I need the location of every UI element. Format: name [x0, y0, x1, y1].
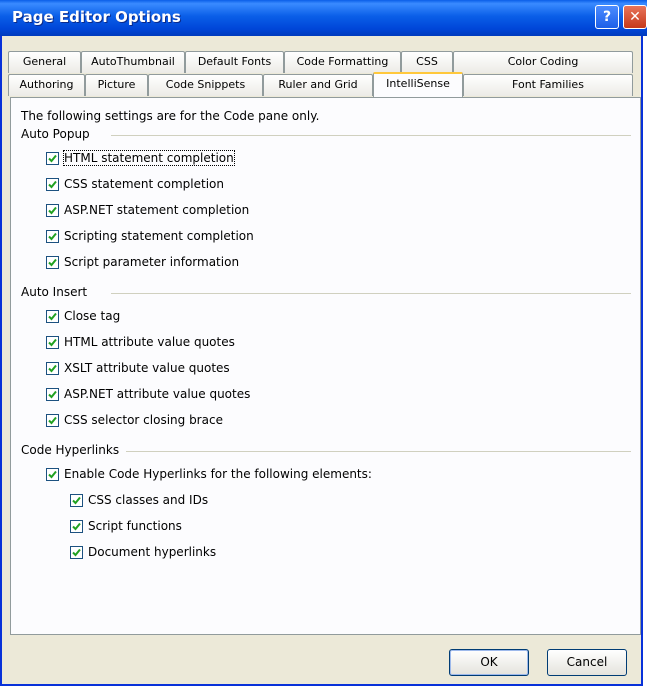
tab-intellisense[interactable]: IntelliSense: [373, 72, 463, 97]
checkbox-box[interactable]: [46, 388, 59, 401]
group-divider: [126, 451, 631, 452]
checkbox-label: Script parameter information: [64, 255, 240, 269]
checkmark-icon: [48, 338, 57, 347]
options-dialog: Page Editor Options ? ✕ General AutoThum…: [0, 0, 647, 686]
intro-text: The following settings are for the Code …: [21, 109, 320, 123]
checkbox-label: HTML statement completion: [63, 150, 235, 166]
group-label-auto-insert: Auto Insert: [21, 285, 92, 299]
close-icon: ✕: [629, 9, 641, 25]
checkbox-label: Scripting statement completion: [64, 229, 254, 243]
tab-ruler-and-grid[interactable]: Ruler and Grid: [263, 74, 373, 96]
checkbox-label: CSS statement completion: [64, 177, 224, 191]
checkmark-icon: [72, 496, 81, 505]
checkbox-box[interactable]: [46, 230, 59, 243]
checkbox-box[interactable]: [70, 494, 83, 507]
checkbox-box[interactable]: [46, 468, 59, 481]
tab-authoring[interactable]: Authoring: [8, 74, 85, 96]
tab-default-fonts[interactable]: Default Fonts: [185, 51, 284, 73]
tab-autothumbnail[interactable]: AutoThumbnail: [81, 51, 185, 73]
checkmark-icon: [72, 548, 81, 557]
cancel-button[interactable]: Cancel: [547, 649, 627, 676]
checkbox-box[interactable]: [46, 310, 59, 323]
group-label-code-hyperlinks: Code Hyperlinks: [21, 443, 124, 457]
checkmark-icon: [48, 390, 57, 399]
tab-font-families[interactable]: Font Families: [463, 74, 633, 96]
tab-picture[interactable]: Picture: [85, 74, 148, 96]
intellisense-panel: The following settings are for the Code …: [10, 97, 641, 635]
checkbox-label: Close tag: [64, 309, 121, 323]
checkbox-label: CSS classes and IDs: [88, 493, 209, 507]
checkmark-icon: [48, 232, 57, 241]
checkmark-icon: [48, 470, 57, 479]
title-bar[interactable]: Page Editor Options ? ✕: [0, 0, 647, 36]
checkbox-box[interactable]: [46, 414, 59, 427]
checkbox-label: ASP.NET statement completion: [64, 203, 250, 217]
checkbox-box[interactable]: [46, 256, 59, 269]
checkmark-icon: [48, 364, 57, 373]
tab-color-coding[interactable]: Color Coding: [453, 51, 633, 73]
group-label-auto-popup: Auto Popup: [21, 127, 94, 141]
checkbox-box[interactable]: [46, 152, 59, 165]
checkbox-box[interactable]: [46, 336, 59, 349]
help-button[interactable]: ?: [595, 5, 619, 29]
checkmark-icon: [72, 522, 81, 531]
window-title: Page Editor Options: [12, 8, 181, 26]
close-button[interactable]: ✕: [623, 5, 647, 29]
checkbox-label: XSLT attribute value quotes: [64, 361, 230, 375]
ok-button[interactable]: OK: [449, 649, 529, 676]
checkbox-label: Script functions: [88, 519, 182, 533]
checkmark-icon: [48, 206, 57, 215]
checkbox-label: HTML attribute value quotes: [64, 335, 235, 349]
checkbox-box[interactable]: [70, 546, 83, 559]
checkmark-icon: [48, 258, 57, 267]
checkbox-label: Enable Code Hyperlinks for the following…: [64, 467, 372, 481]
checkbox-box[interactable]: [46, 204, 59, 217]
group-divider: [111, 135, 631, 136]
tab-code-formatting[interactable]: Code Formatting: [284, 51, 401, 73]
tab-general[interactable]: General: [8, 51, 81, 73]
help-icon: ?: [602, 9, 612, 25]
checkbox-label: CSS selector closing brace: [64, 413, 223, 427]
checkmark-icon: [48, 154, 57, 163]
checkbox-label: Document hyperlinks: [88, 545, 217, 559]
checkbox-box[interactable]: [70, 520, 83, 533]
tab-css[interactable]: CSS: [401, 51, 453, 73]
checkmark-icon: [48, 416, 57, 425]
checkbox-label: ASP.NET attribute value quotes: [64, 387, 251, 401]
checkbox-box[interactable]: [46, 178, 59, 191]
tab-code-snippets[interactable]: Code Snippets: [148, 74, 263, 96]
checkmark-icon: [48, 312, 57, 321]
group-divider: [111, 293, 631, 294]
checkmark-icon: [48, 180, 57, 189]
checkbox-box[interactable]: [46, 362, 59, 375]
